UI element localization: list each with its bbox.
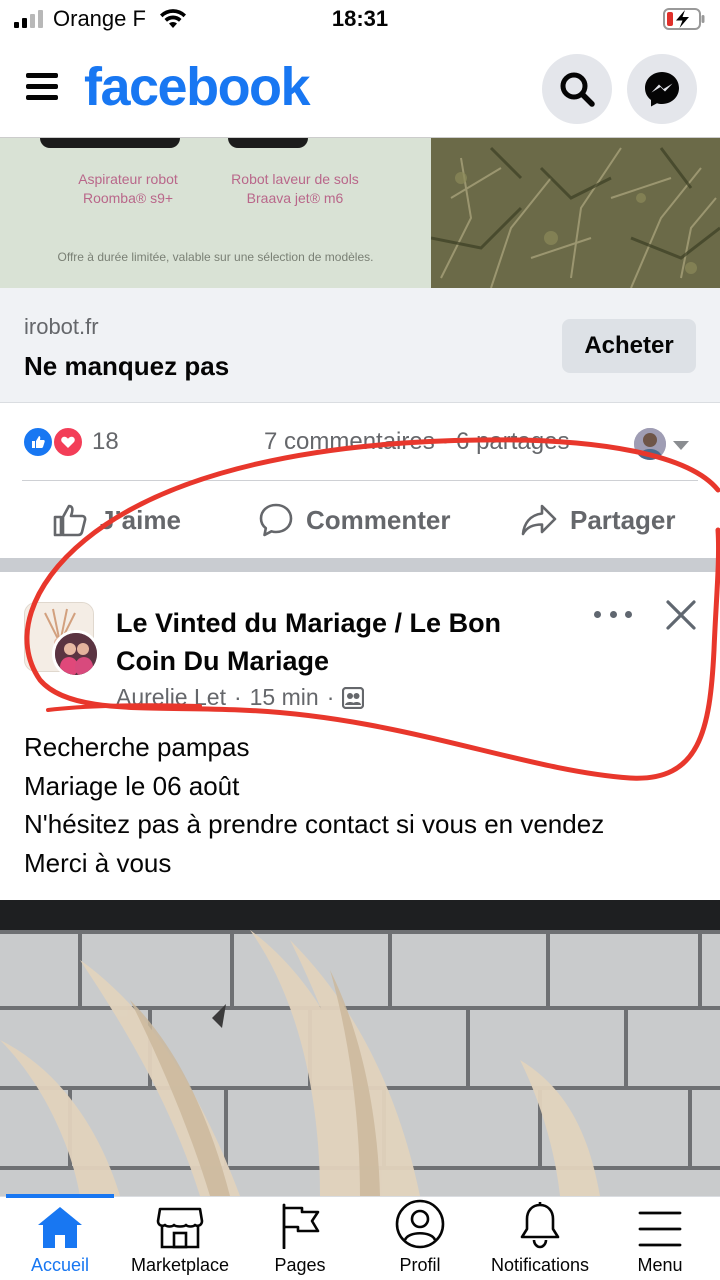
group-name[interactable]: Le Vinted du Mariage / Le Bon Coin Du Ma…	[116, 604, 566, 680]
feed-separator	[0, 558, 720, 572]
braava-device-image	[228, 138, 308, 148]
bell-icon	[520, 1202, 560, 1249]
author-name[interactable]: Aurelie Let	[116, 684, 226, 711]
link-headline: Ne manquez pas	[24, 351, 230, 381]
post-text-line: Merci à vous	[24, 847, 172, 878]
tab-notifications[interactable]: Notifications	[480, 1197, 600, 1280]
like-reaction-icon	[22, 426, 54, 458]
profile-icon	[395, 1199, 445, 1249]
home-icon	[38, 1207, 82, 1248]
meta-separator: ·	[326, 684, 335, 710]
post-text-line: Mariage le 06 août	[24, 770, 240, 801]
comment-label: Commenter	[306, 504, 451, 535]
active-tab-indicator	[6, 1194, 114, 1198]
love-reaction-icon	[52, 426, 84, 458]
reactions-summary: 18 7 commentaires · 6 partages	[0, 404, 720, 480]
app-header: facebook	[0, 42, 720, 138]
post-text-line: Recherche pampas	[24, 732, 250, 762]
comments-shares-count[interactable]: 7 commentaires · 6 partages	[264, 428, 569, 456]
reaction-count[interactable]: 18	[92, 428, 119, 456]
meta-separator: ·	[233, 684, 242, 710]
roomba-device-image	[40, 138, 180, 148]
post-text: Recherche pampas Mariage le 06 août N'hé…	[24, 728, 704, 882]
post-header: Le Vinted du Mariage / Le Bon Coin Du Ma…	[0, 572, 720, 730]
comment-icon	[259, 503, 293, 537]
tab-label: Notifications	[490, 1255, 590, 1275]
bottom-tab-bar: Accueil Marketplace Pages Profil Notific…	[0, 1194, 720, 1280]
author-avatar[interactable]	[52, 630, 100, 678]
comment-button[interactable]: Commenter	[258, 481, 450, 559]
more-options-icon[interactable]	[594, 604, 632, 624]
facebook-logo: facebook	[84, 57, 311, 117]
close-icon[interactable]	[664, 598, 698, 632]
hamburger-icon[interactable]	[26, 71, 58, 101]
link-domain: irobot.fr	[24, 314, 99, 339]
flag-icon	[282, 1203, 320, 1249]
tab-menu[interactable]: Menu	[600, 1197, 720, 1280]
search-icon	[560, 72, 595, 107]
buy-button[interactable]: Acheter	[562, 319, 696, 373]
tab-pages[interactable]: Pages	[240, 1197, 360, 1280]
group-audience-icon	[342, 686, 365, 709]
post-action-bar: J’aime Commenter Partager	[22, 480, 698, 558]
ad-product-2: Robot laveur de sols Braava jet® m6	[231, 171, 359, 206]
thumbs-up-icon	[53, 504, 87, 537]
like-button[interactable]: J’aime	[52, 481, 181, 559]
ad-floor-photo	[431, 138, 720, 288]
tab-label: Profil	[399, 1255, 441, 1275]
search-button[interactable]	[542, 54, 612, 124]
viewer-avatar[interactable]	[634, 428, 666, 460]
ad-offer-text: Offre à durée limitée, valable sur une s…	[57, 250, 374, 264]
messenger-icon	[645, 72, 679, 107]
share-icon	[521, 504, 557, 536]
post-text-line: N'hésitez pas à prendre contact si vous …	[24, 809, 605, 839]
tab-label: Menu	[637, 1255, 683, 1275]
ad-creative-image[interactable]: Aspirateur robot Roomba® s9+ Robot laveu…	[0, 138, 720, 288]
share-button[interactable]: Partager	[520, 481, 676, 559]
clock: 18:31	[331, 6, 389, 31]
tab-label: Marketplace	[130, 1255, 230, 1275]
menu-icon	[638, 1211, 682, 1247]
battery-charging-icon	[663, 8, 705, 30]
tab-marketplace[interactable]: Marketplace	[120, 1197, 240, 1280]
post-photo[interactable]	[0, 900, 720, 1196]
messenger-button[interactable]	[627, 54, 697, 124]
tab-label: Accueil	[30, 1255, 90, 1275]
status-bar: Orange F 18:31	[0, 0, 720, 42]
link-preview[interactable]: irobot.fr Ne manquez pas Acheter	[0, 288, 720, 403]
ad-product-1: Aspirateur robot Roomba® s9+	[78, 171, 178, 206]
post-meta: Aurelie Let · 15 min ·	[116, 684, 365, 711]
like-label: J’aime	[100, 504, 181, 535]
caret-down-icon[interactable]	[673, 441, 689, 450]
post-time[interactable]: 15 min	[250, 684, 319, 711]
share-label: Partager	[570, 504, 676, 535]
ad-creative-left-panel: Aspirateur robot Roomba® s9+ Robot laveu…	[0, 138, 431, 288]
tab-profile[interactable]: Profil	[360, 1197, 480, 1280]
marketplace-icon	[156, 1207, 204, 1249]
tab-home[interactable]: Accueil	[0, 1194, 120, 1280]
reaction-icons[interactable]	[22, 426, 88, 458]
tab-label: Pages	[274, 1255, 326, 1275]
